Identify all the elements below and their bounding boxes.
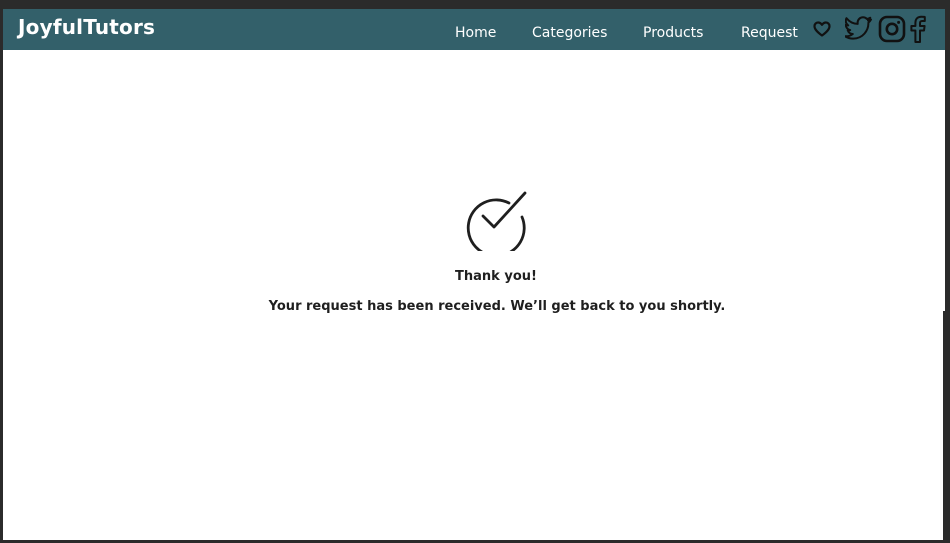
heart-icon[interactable]: [812, 20, 832, 48]
thank-you-heading: Thank you!: [455, 269, 537, 284]
app-frame: JoyfulTutors Home Categories Products Re…: [3, 9, 945, 540]
frame-edge: [943, 311, 945, 540]
nav-products-link[interactable]: Products: [643, 24, 703, 42]
nav-categories-link[interactable]: Categories: [532, 24, 607, 42]
twitter-icon[interactable]: [845, 16, 873, 44]
instagram-icon[interactable]: [878, 15, 906, 43]
confirmation-message: Your request has been received. We’ll ge…: [268, 299, 726, 314]
top-navbar: JoyfulTutors Home Categories Products Re…: [3, 9, 945, 50]
check-circle-icon: [463, 189, 529, 258]
brand-logo[interactable]: JoyfulTutors: [18, 14, 155, 40]
facebook-icon[interactable]: [909, 15, 927, 43]
nav-home-link[interactable]: Home: [455, 24, 496, 42]
confirmation-panel: Thank you! Your request has been receive…: [3, 50, 945, 540]
nav-request-link[interactable]: Request: [741, 24, 798, 42]
